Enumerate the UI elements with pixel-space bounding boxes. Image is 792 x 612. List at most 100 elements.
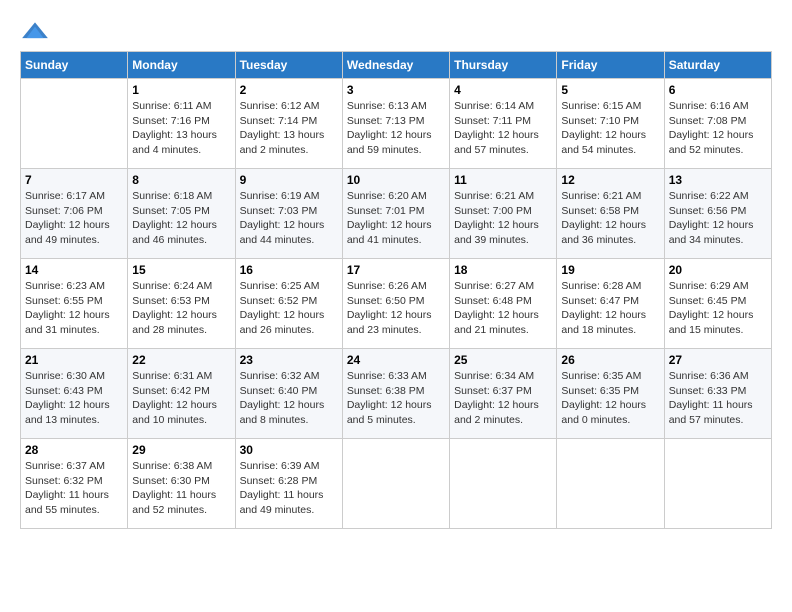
day-number: 17 — [347, 263, 445, 277]
day-number: 20 — [669, 263, 767, 277]
day-info: Sunrise: 6:26 AMSunset: 6:50 PMDaylight:… — [347, 279, 445, 338]
day-info: Sunrise: 6:38 AMSunset: 6:30 PMDaylight:… — [132, 459, 230, 518]
calendar-cell: 27 Sunrise: 6:36 AMSunset: 6:33 PMDaylig… — [664, 349, 771, 439]
day-number: 26 — [561, 353, 659, 367]
header-wednesday: Wednesday — [342, 52, 449, 79]
calendar-cell: 13 Sunrise: 6:22 AMSunset: 6:56 PMDaylig… — [664, 169, 771, 259]
calendar-cell: 30 Sunrise: 6:39 AMSunset: 6:28 PMDaylig… — [235, 439, 342, 529]
calendar-cell: 18 Sunrise: 6:27 AMSunset: 6:48 PMDaylig… — [450, 259, 557, 349]
day-info: Sunrise: 6:35 AMSunset: 6:35 PMDaylight:… — [561, 369, 659, 428]
calendar-cell: 8 Sunrise: 6:18 AMSunset: 7:05 PMDayligh… — [128, 169, 235, 259]
calendar-cell: 17 Sunrise: 6:26 AMSunset: 6:50 PMDaylig… — [342, 259, 449, 349]
header — [20, 20, 772, 41]
day-number: 29 — [132, 443, 230, 457]
day-info: Sunrise: 6:18 AMSunset: 7:05 PMDaylight:… — [132, 189, 230, 248]
logo — [20, 20, 54, 41]
day-number: 18 — [454, 263, 552, 277]
header-sunday: Sunday — [21, 52, 128, 79]
calendar-cell: 26 Sunrise: 6:35 AMSunset: 6:35 PMDaylig… — [557, 349, 664, 439]
calendar-table: SundayMondayTuesdayWednesdayThursdayFrid… — [20, 51, 772, 529]
day-number: 10 — [347, 173, 445, 187]
day-info: Sunrise: 6:24 AMSunset: 6:53 PMDaylight:… — [132, 279, 230, 338]
day-info: Sunrise: 6:21 AMSunset: 6:58 PMDaylight:… — [561, 189, 659, 248]
calendar-cell: 2 Sunrise: 6:12 AMSunset: 7:14 PMDayligh… — [235, 79, 342, 169]
day-info: Sunrise: 6:34 AMSunset: 6:37 PMDaylight:… — [454, 369, 552, 428]
day-info: Sunrise: 6:28 AMSunset: 6:47 PMDaylight:… — [561, 279, 659, 338]
day-info: Sunrise: 6:11 AMSunset: 7:16 PMDaylight:… — [132, 99, 230, 158]
calendar-cell: 23 Sunrise: 6:32 AMSunset: 6:40 PMDaylig… — [235, 349, 342, 439]
calendar-cell: 19 Sunrise: 6:28 AMSunset: 6:47 PMDaylig… — [557, 259, 664, 349]
day-number: 1 — [132, 83, 230, 97]
day-info: Sunrise: 6:31 AMSunset: 6:42 PMDaylight:… — [132, 369, 230, 428]
header-tuesday: Tuesday — [235, 52, 342, 79]
day-number: 14 — [25, 263, 123, 277]
logo-icon — [20, 21, 50, 41]
calendar-cell — [21, 79, 128, 169]
calendar-cell: 29 Sunrise: 6:38 AMSunset: 6:30 PMDaylig… — [128, 439, 235, 529]
calendar-cell: 25 Sunrise: 6:34 AMSunset: 6:37 PMDaylig… — [450, 349, 557, 439]
day-info: Sunrise: 6:13 AMSunset: 7:13 PMDaylight:… — [347, 99, 445, 158]
calendar-cell — [342, 439, 449, 529]
day-info: Sunrise: 6:33 AMSunset: 6:38 PMDaylight:… — [347, 369, 445, 428]
day-info: Sunrise: 6:37 AMSunset: 6:32 PMDaylight:… — [25, 459, 123, 518]
calendar-cell: 1 Sunrise: 6:11 AMSunset: 7:16 PMDayligh… — [128, 79, 235, 169]
day-number: 7 — [25, 173, 123, 187]
calendar-cell: 22 Sunrise: 6:31 AMSunset: 6:42 PMDaylig… — [128, 349, 235, 439]
calendar-cell: 14 Sunrise: 6:23 AMSunset: 6:55 PMDaylig… — [21, 259, 128, 349]
calendar-cell: 16 Sunrise: 6:25 AMSunset: 6:52 PMDaylig… — [235, 259, 342, 349]
header-saturday: Saturday — [664, 52, 771, 79]
day-info: Sunrise: 6:22 AMSunset: 6:56 PMDaylight:… — [669, 189, 767, 248]
calendar-cell: 24 Sunrise: 6:33 AMSunset: 6:38 PMDaylig… — [342, 349, 449, 439]
day-number: 22 — [132, 353, 230, 367]
day-number: 27 — [669, 353, 767, 367]
day-number: 9 — [240, 173, 338, 187]
day-number: 23 — [240, 353, 338, 367]
day-number: 30 — [240, 443, 338, 457]
calendar-cell: 12 Sunrise: 6:21 AMSunset: 6:58 PMDaylig… — [557, 169, 664, 259]
day-info: Sunrise: 6:39 AMSunset: 6:28 PMDaylight:… — [240, 459, 338, 518]
calendar-cell: 5 Sunrise: 6:15 AMSunset: 7:10 PMDayligh… — [557, 79, 664, 169]
calendar-cell: 3 Sunrise: 6:13 AMSunset: 7:13 PMDayligh… — [342, 79, 449, 169]
week-row-2: 7 Sunrise: 6:17 AMSunset: 7:06 PMDayligh… — [21, 169, 772, 259]
header-monday: Monday — [128, 52, 235, 79]
day-info: Sunrise: 6:12 AMSunset: 7:14 PMDaylight:… — [240, 99, 338, 158]
day-info: Sunrise: 6:19 AMSunset: 7:03 PMDaylight:… — [240, 189, 338, 248]
day-info: Sunrise: 6:36 AMSunset: 6:33 PMDaylight:… — [669, 369, 767, 428]
day-number: 6 — [669, 83, 767, 97]
week-row-1: 1 Sunrise: 6:11 AMSunset: 7:16 PMDayligh… — [21, 79, 772, 169]
week-row-3: 14 Sunrise: 6:23 AMSunset: 6:55 PMDaylig… — [21, 259, 772, 349]
calendar-cell: 28 Sunrise: 6:37 AMSunset: 6:32 PMDaylig… — [21, 439, 128, 529]
day-info: Sunrise: 6:16 AMSunset: 7:08 PMDaylight:… — [669, 99, 767, 158]
day-info: Sunrise: 6:14 AMSunset: 7:11 PMDaylight:… — [454, 99, 552, 158]
day-number: 16 — [240, 263, 338, 277]
day-number: 3 — [347, 83, 445, 97]
day-info: Sunrise: 6:27 AMSunset: 6:48 PMDaylight:… — [454, 279, 552, 338]
calendar-cell: 7 Sunrise: 6:17 AMSunset: 7:06 PMDayligh… — [21, 169, 128, 259]
header-thursday: Thursday — [450, 52, 557, 79]
day-info: Sunrise: 6:20 AMSunset: 7:01 PMDaylight:… — [347, 189, 445, 248]
day-info: Sunrise: 6:15 AMSunset: 7:10 PMDaylight:… — [561, 99, 659, 158]
day-info: Sunrise: 6:32 AMSunset: 6:40 PMDaylight:… — [240, 369, 338, 428]
calendar-cell: 4 Sunrise: 6:14 AMSunset: 7:11 PMDayligh… — [450, 79, 557, 169]
day-number: 15 — [132, 263, 230, 277]
calendar-header: SundayMondayTuesdayWednesdayThursdayFrid… — [21, 52, 772, 79]
day-info: Sunrise: 6:29 AMSunset: 6:45 PMDaylight:… — [669, 279, 767, 338]
day-number: 25 — [454, 353, 552, 367]
day-number: 5 — [561, 83, 659, 97]
day-info: Sunrise: 6:23 AMSunset: 6:55 PMDaylight:… — [25, 279, 123, 338]
day-info: Sunrise: 6:21 AMSunset: 7:00 PMDaylight:… — [454, 189, 552, 248]
calendar-cell — [450, 439, 557, 529]
day-number: 11 — [454, 173, 552, 187]
week-row-5: 28 Sunrise: 6:37 AMSunset: 6:32 PMDaylig… — [21, 439, 772, 529]
calendar-cell: 11 Sunrise: 6:21 AMSunset: 7:00 PMDaylig… — [450, 169, 557, 259]
week-row-4: 21 Sunrise: 6:30 AMSunset: 6:43 PMDaylig… — [21, 349, 772, 439]
day-info: Sunrise: 6:17 AMSunset: 7:06 PMDaylight:… — [25, 189, 123, 248]
calendar-cell: 20 Sunrise: 6:29 AMSunset: 6:45 PMDaylig… — [664, 259, 771, 349]
calendar-body: 1 Sunrise: 6:11 AMSunset: 7:16 PMDayligh… — [21, 79, 772, 529]
day-number: 4 — [454, 83, 552, 97]
calendar-cell — [664, 439, 771, 529]
day-number: 8 — [132, 173, 230, 187]
calendar-cell: 15 Sunrise: 6:24 AMSunset: 6:53 PMDaylig… — [128, 259, 235, 349]
day-number: 12 — [561, 173, 659, 187]
day-info: Sunrise: 6:25 AMSunset: 6:52 PMDaylight:… — [240, 279, 338, 338]
